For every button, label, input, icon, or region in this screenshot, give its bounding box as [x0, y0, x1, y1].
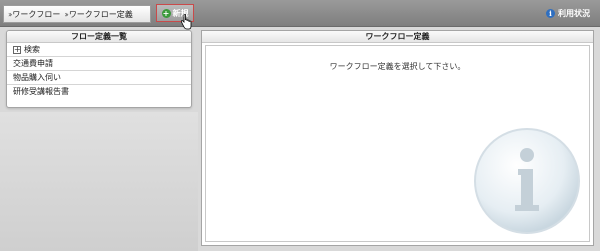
chevron-right-icon: ››	[64, 9, 69, 19]
flow-list-title: フロー定義一覧	[7, 31, 191, 43]
expand-plus-icon: +	[13, 44, 21, 54]
left-background	[0, 112, 198, 251]
hand-cursor-icon	[181, 14, 192, 30]
info-icon: i	[546, 9, 555, 18]
list-item[interactable]: 交通費申請	[7, 57, 191, 71]
breadcrumb: ›› ワークフロー ›› ワークフロー定義	[3, 5, 151, 23]
list-item[interactable]: 物品購入伺い	[7, 71, 191, 85]
usage-status-label: 利用状況	[558, 9, 590, 18]
usage-status-link[interactable]: i 利用状況	[546, 8, 590, 19]
top-toolbar: ›› ワークフロー ›› ワークフロー定義 + 新規 i 利用状況	[0, 0, 600, 27]
search-toggle[interactable]: + 検索	[7, 43, 191, 57]
select-prompt-message: ワークフロー定義を選択して下さい。	[329, 62, 466, 71]
workflow-definition-content: ワークフロー定義を選択して下さい。	[205, 45, 590, 242]
breadcrumb-label: ワークフロー	[12, 9, 61, 19]
add-icon: +	[161, 8, 171, 18]
search-label: 検索	[24, 45, 40, 54]
workflow-definition-title: ワークフロー定義	[202, 31, 593, 43]
chevron-right-icon: ››	[8, 9, 13, 19]
flow-definition-list-panel: フロー定義一覧 + 検索 交通費申請 物品購入伺い 研修受講報告書	[6, 30, 192, 108]
breadcrumb-item-workflow-definition[interactable]: ›› ワークフロー定義	[64, 9, 132, 20]
breadcrumb-label: ワークフロー定義	[68, 9, 133, 19]
breadcrumb-item-workflow[interactable]: ›› ワークフロー	[8, 9, 60, 20]
info-watermark-icon	[474, 128, 580, 234]
list-item[interactable]: 研修受講報告書	[7, 85, 191, 99]
workflow-definition-panel: ワークフロー定義 ワークフロー定義を選択して下さい。	[201, 30, 594, 246]
